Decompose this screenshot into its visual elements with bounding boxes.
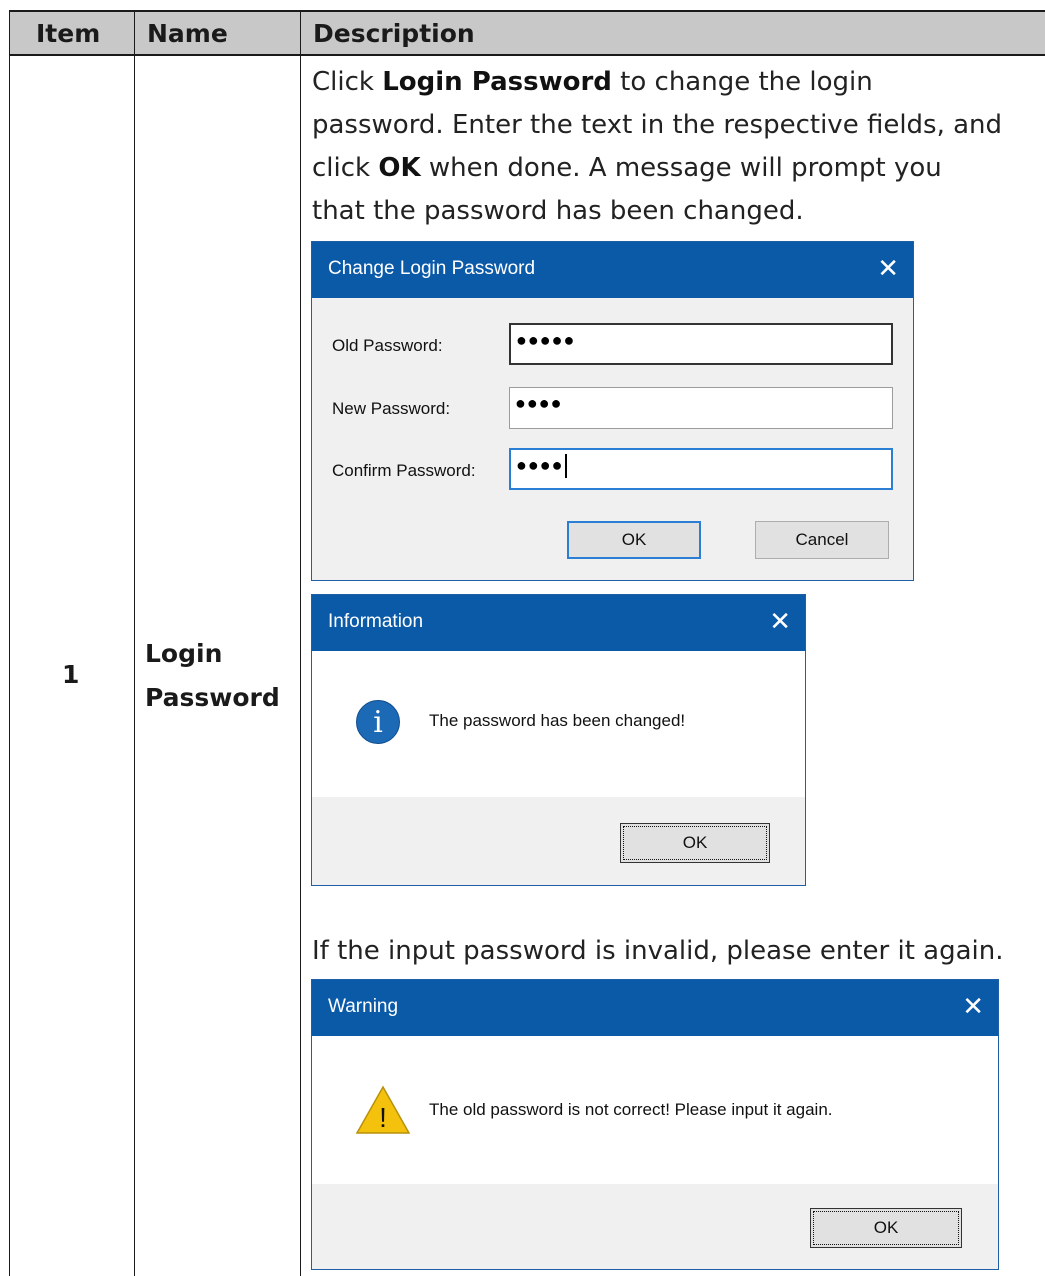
old-password-label: Old Password: <box>332 336 443 355</box>
column-divider-2 <box>300 10 301 1276</box>
close-icon[interactable]: ✕ <box>962 992 984 1020</box>
item-name-line1: Login <box>145 639 223 668</box>
confirm-password-field[interactable]: ●●●● <box>509 448 893 490</box>
text-caret <box>564 454 567 479</box>
dialog-titlebar: Information ✕ <box>312 595 805 651</box>
warning-icon: ! <box>355 1085 411 1134</box>
description-paragraph: Click Login Password to change the login… <box>312 61 1042 233</box>
ok-button[interactable]: OK <box>620 823 770 863</box>
old-password-field[interactable]: ●●●●● <box>509 323 893 365</box>
new-password-label: New Password: <box>332 399 451 418</box>
dialog-titlebar: Change Login Password ✕ <box>312 242 913 298</box>
item-name-line2: Password <box>145 683 280 712</box>
invalid-password-note: If the input password is invalid, please… <box>312 936 1004 966</box>
ok-button[interactable]: OK <box>810 1208 962 1248</box>
item-number: 1 <box>62 660 80 689</box>
item-name: Login Password <box>145 632 280 720</box>
ok-button[interactable]: OK <box>567 521 701 559</box>
message-footer: OK <box>312 1184 998 1269</box>
new-password-field[interactable]: ●●●● <box>509 387 893 429</box>
desc-line-2: password. Enter the text in the respecti… <box>312 110 1003 140</box>
dialog-titlebar: Warning ✕ <box>312 980 998 1036</box>
message-footer: OK <box>312 797 805 885</box>
svg-text:!: ! <box>379 1102 387 1133</box>
information-dialog: Information ✕ i The password has been ch… <box>311 594 806 886</box>
information-icon: i <box>356 700 400 744</box>
dialog-title: Change Login Password <box>328 258 536 279</box>
desc-line-4: that the password has been changed. <box>312 196 804 226</box>
column-divider-1 <box>134 10 135 1276</box>
cancel-button[interactable]: Cancel <box>755 521 889 559</box>
close-icon[interactable]: ✕ <box>877 254 899 282</box>
table-border-left <box>9 10 10 1276</box>
desc-line-1: Click Login Password to change the login <box>312 67 873 97</box>
warning-dialog: Warning ✕ ! The old password is not corr… <box>311 979 999 1270</box>
document-page: Item Name Description 1 Login Password C… <box>0 0 1045 1276</box>
message-body: i The password has been changed! <box>312 651 805 797</box>
message-text: The password has been changed! <box>429 711 686 730</box>
dialog-title: Warning <box>328 996 399 1017</box>
confirm-password-label: Confirm Password: <box>332 461 476 480</box>
change-password-dialog: Change Login Password ✕ Old Password: ●●… <box>311 241 914 581</box>
dialog-title: Information <box>328 611 424 632</box>
message-body: ! The old password is not correct! Pleas… <box>312 1036 998 1186</box>
header-name: Name <box>147 19 228 48</box>
message-text: The old password is not correct! Please … <box>429 1100 833 1119</box>
header-description: Description <box>313 19 475 48</box>
desc-line-3: click OK when done. A message will promp… <box>312 153 942 183</box>
close-icon[interactable]: ✕ <box>769 607 791 635</box>
header-item: Item <box>36 19 101 48</box>
